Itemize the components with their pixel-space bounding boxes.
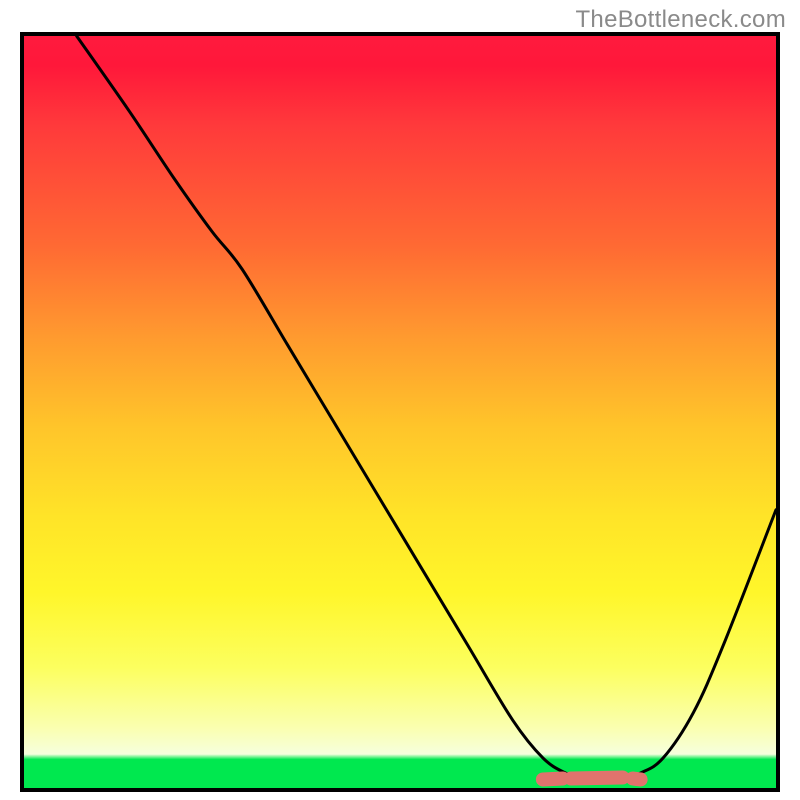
marker-segment: [543, 777, 641, 779]
watermark-text: TheBottleneck.com: [575, 6, 786, 34]
bottleneck-curve: [77, 36, 776, 781]
chart-stage: TheBottleneck.com: [0, 0, 800, 800]
plot-area: [20, 32, 780, 792]
curve-svg: [24, 36, 776, 788]
